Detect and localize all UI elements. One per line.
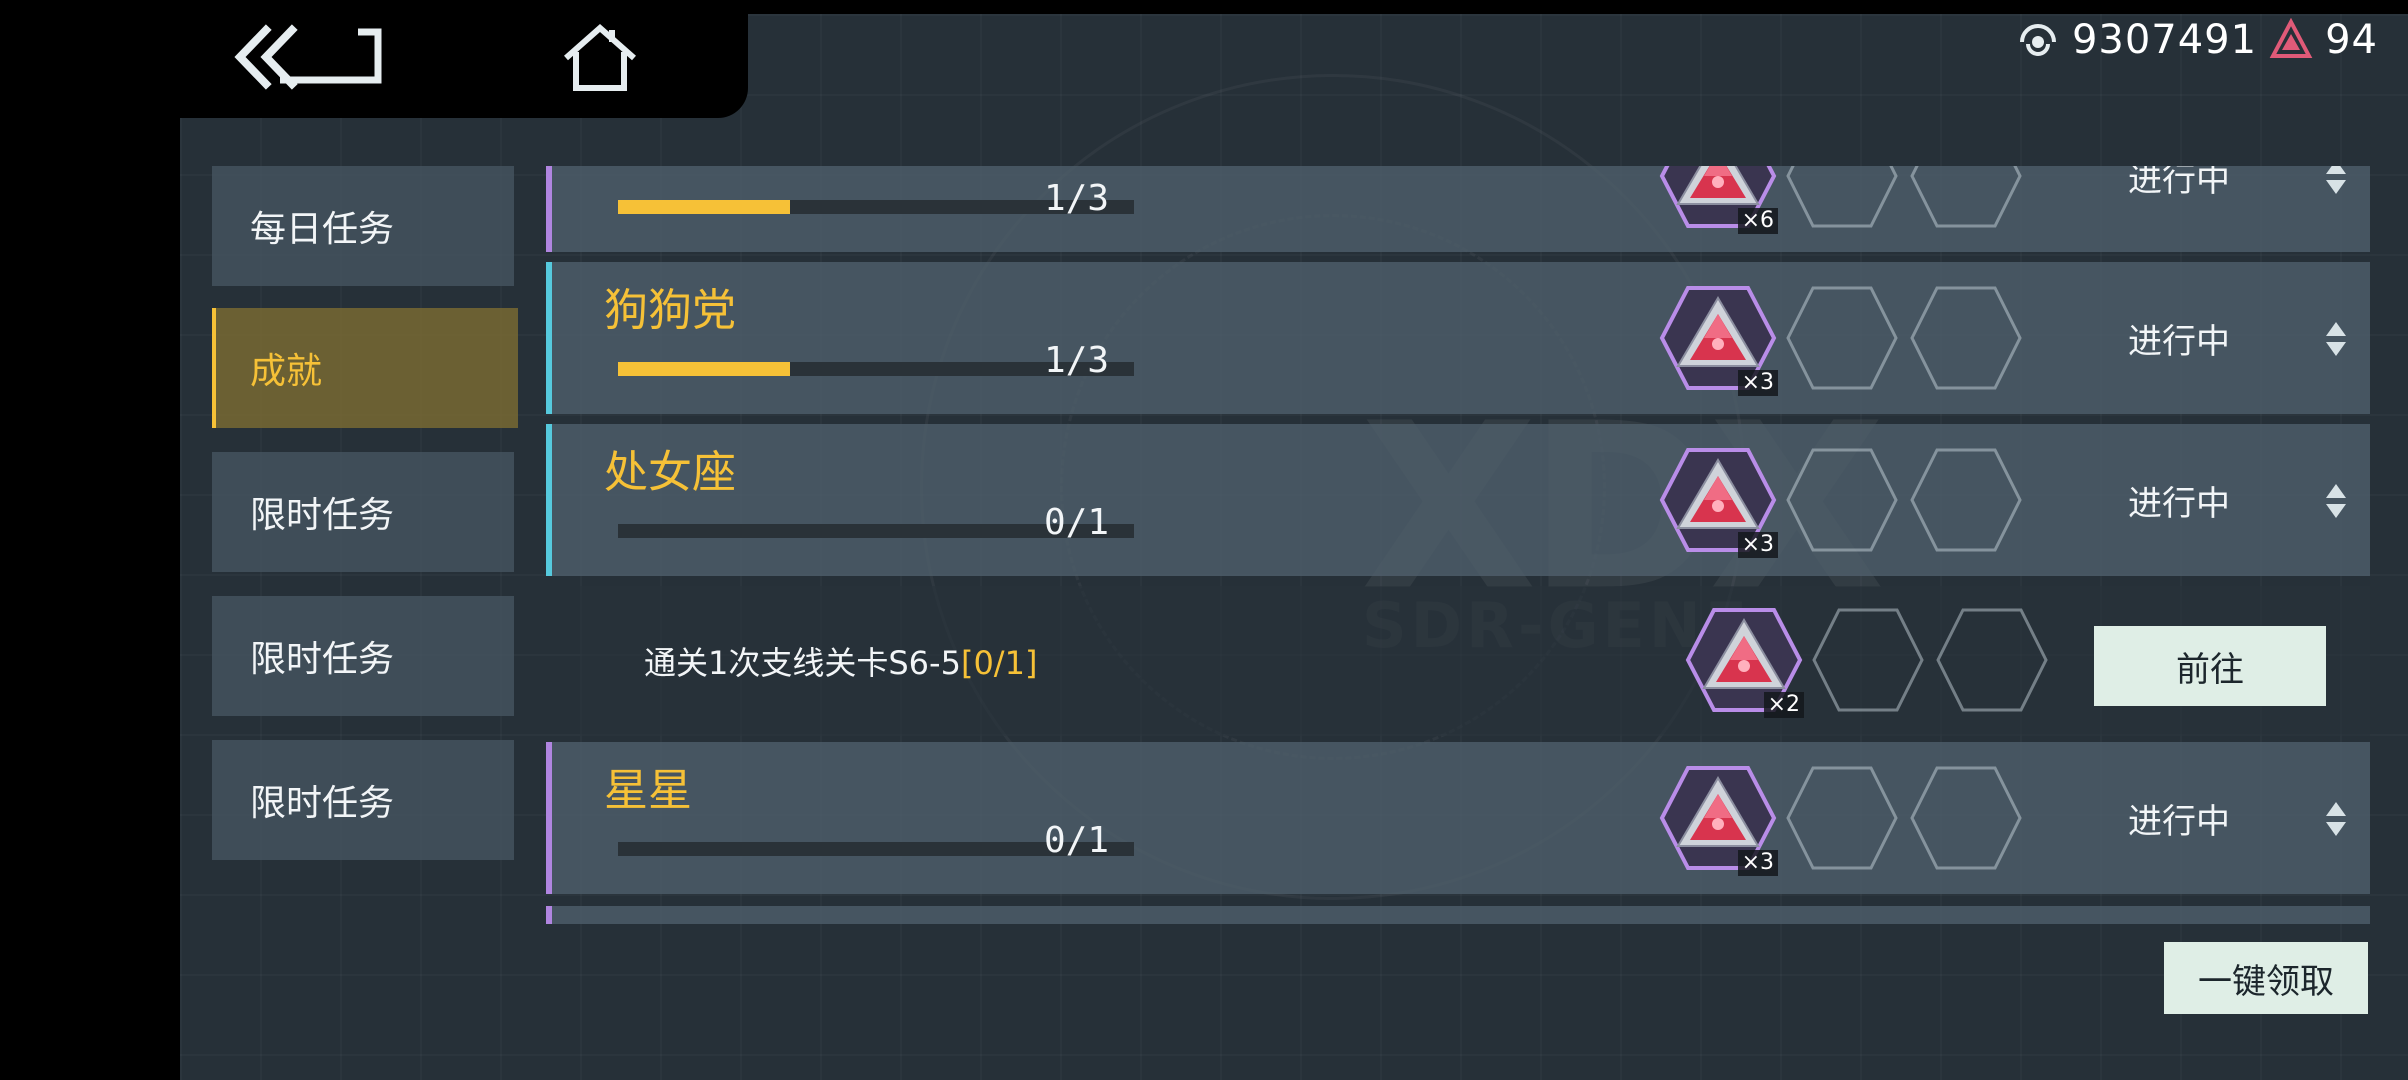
sidebar-item-limited-tasks-3[interactable]: 限时任务 xyxy=(212,740,514,860)
expand-toggle-icon[interactable] xyxy=(2324,320,2348,358)
reward-item[interactable]: ×6 xyxy=(1658,166,1778,234)
expand-toggle-icon[interactable] xyxy=(2324,800,2348,838)
reward-item[interactable]: ×3 xyxy=(1658,760,1778,876)
sidebar-item-label: 限时任务 xyxy=(250,495,395,536)
empty-reward-slot xyxy=(1910,166,2022,228)
home-button[interactable] xyxy=(560,20,640,96)
currency-bar: 9307491 94 xyxy=(2016,14,2378,66)
progress-count: 1/3 xyxy=(1044,178,1110,219)
reward-quantity: ×2 xyxy=(1763,692,1804,718)
sidebar-item-label: 每日任务 xyxy=(250,209,395,250)
back-button[interactable] xyxy=(230,22,390,92)
empty-reward-slot xyxy=(1910,286,2022,390)
double-chevron-back-icon xyxy=(234,24,382,90)
task-title: 星星 xyxy=(604,765,692,816)
reward-item[interactable]: ×3 xyxy=(1658,280,1778,396)
empty-reward-slot xyxy=(1786,448,1898,552)
task-status: 进行中 xyxy=(2128,484,2230,524)
task-title: 处女座 xyxy=(604,447,736,498)
sidebar-item-limited-tasks-1[interactable]: 限时任务 xyxy=(212,452,514,572)
sidebar-item-label: 限时任务 xyxy=(250,783,395,824)
sidebar-item-label: 成就 xyxy=(250,351,323,392)
task-card[interactable]: 狗狗党 1/3 ×3 进行中 xyxy=(546,262,2370,414)
progress-count: 0/1 xyxy=(1044,820,1110,861)
empty-reward-slot xyxy=(1786,286,1898,390)
empty-reward-slot xyxy=(1910,448,2022,552)
task-title: 狗狗党 xyxy=(604,285,736,336)
task-card[interactable] xyxy=(546,906,2370,924)
task-card[interactable]: 处女座 0/1 ×3 进行中 xyxy=(546,424,2370,576)
task-status: 进行中 xyxy=(2128,166,2230,200)
sidebar-item-achievements[interactable]: 成就 xyxy=(212,308,518,428)
gem-amount: 94 xyxy=(2325,17,2378,63)
sidebar-item-daily-tasks[interactable]: 每日任务 xyxy=(212,166,514,286)
collapse-toggle-icon[interactable] xyxy=(2324,482,2348,520)
coin-amount: 9307491 xyxy=(2071,17,2258,63)
home-icon xyxy=(564,23,636,91)
subtask-row: 通关1次支线关卡S6-5[0/1] ×2 前往 xyxy=(580,586,2370,736)
expand-toggle-icon[interactable] xyxy=(2324,166,2348,196)
empty-reward-slot xyxy=(1812,608,1924,712)
achievement-list[interactable]: 1/3 ×6 进行中 狗狗党 1/3 ×3 进行中 处女座 0/1 ×3 进行中… xyxy=(540,166,2370,924)
claim-all-button[interactable]: 一键领取 xyxy=(2164,942,2368,1014)
empty-reward-slot xyxy=(1910,766,2022,870)
empty-reward-slot xyxy=(1786,766,1898,870)
progress-fill xyxy=(618,362,790,376)
reward-quantity: ×3 xyxy=(1737,370,1778,396)
red-triangle-gem-icon xyxy=(2269,18,2313,58)
task-status: 进行中 xyxy=(2128,322,2230,362)
go-to-button[interactable]: 前往 xyxy=(2094,626,2326,706)
subtask-progress: [0/1] xyxy=(960,644,1038,682)
empty-reward-slot xyxy=(1936,608,2048,712)
task-card[interactable]: 星星 0/1 ×3 进行中 xyxy=(546,742,2370,894)
subtask-description: 通关1次支线关卡S6-5[0/1] xyxy=(644,644,1038,682)
task-card[interactable]: 1/3 ×6 进行中 xyxy=(546,166,2370,252)
sidebar-item-label: 限时任务 xyxy=(250,639,395,680)
empty-reward-slot xyxy=(1786,166,1898,228)
reward-quantity: ×6 xyxy=(1737,208,1778,234)
sidebar-item-limited-tasks-2[interactable]: 限时任务 xyxy=(212,596,514,716)
progress-count: 0/1 xyxy=(1044,502,1110,543)
reward-item[interactable]: ×2 xyxy=(1684,602,1804,718)
reward-quantity: ×3 xyxy=(1737,850,1778,876)
progress-fill xyxy=(618,200,790,214)
progress-count: 1/3 xyxy=(1044,340,1110,381)
top-navigation-bar xyxy=(0,0,748,118)
coin-eye-icon xyxy=(2019,24,2056,56)
task-status: 进行中 xyxy=(2128,802,2230,842)
reward-quantity: ×3 xyxy=(1737,532,1778,558)
reward-item[interactable]: ×3 xyxy=(1658,442,1778,558)
